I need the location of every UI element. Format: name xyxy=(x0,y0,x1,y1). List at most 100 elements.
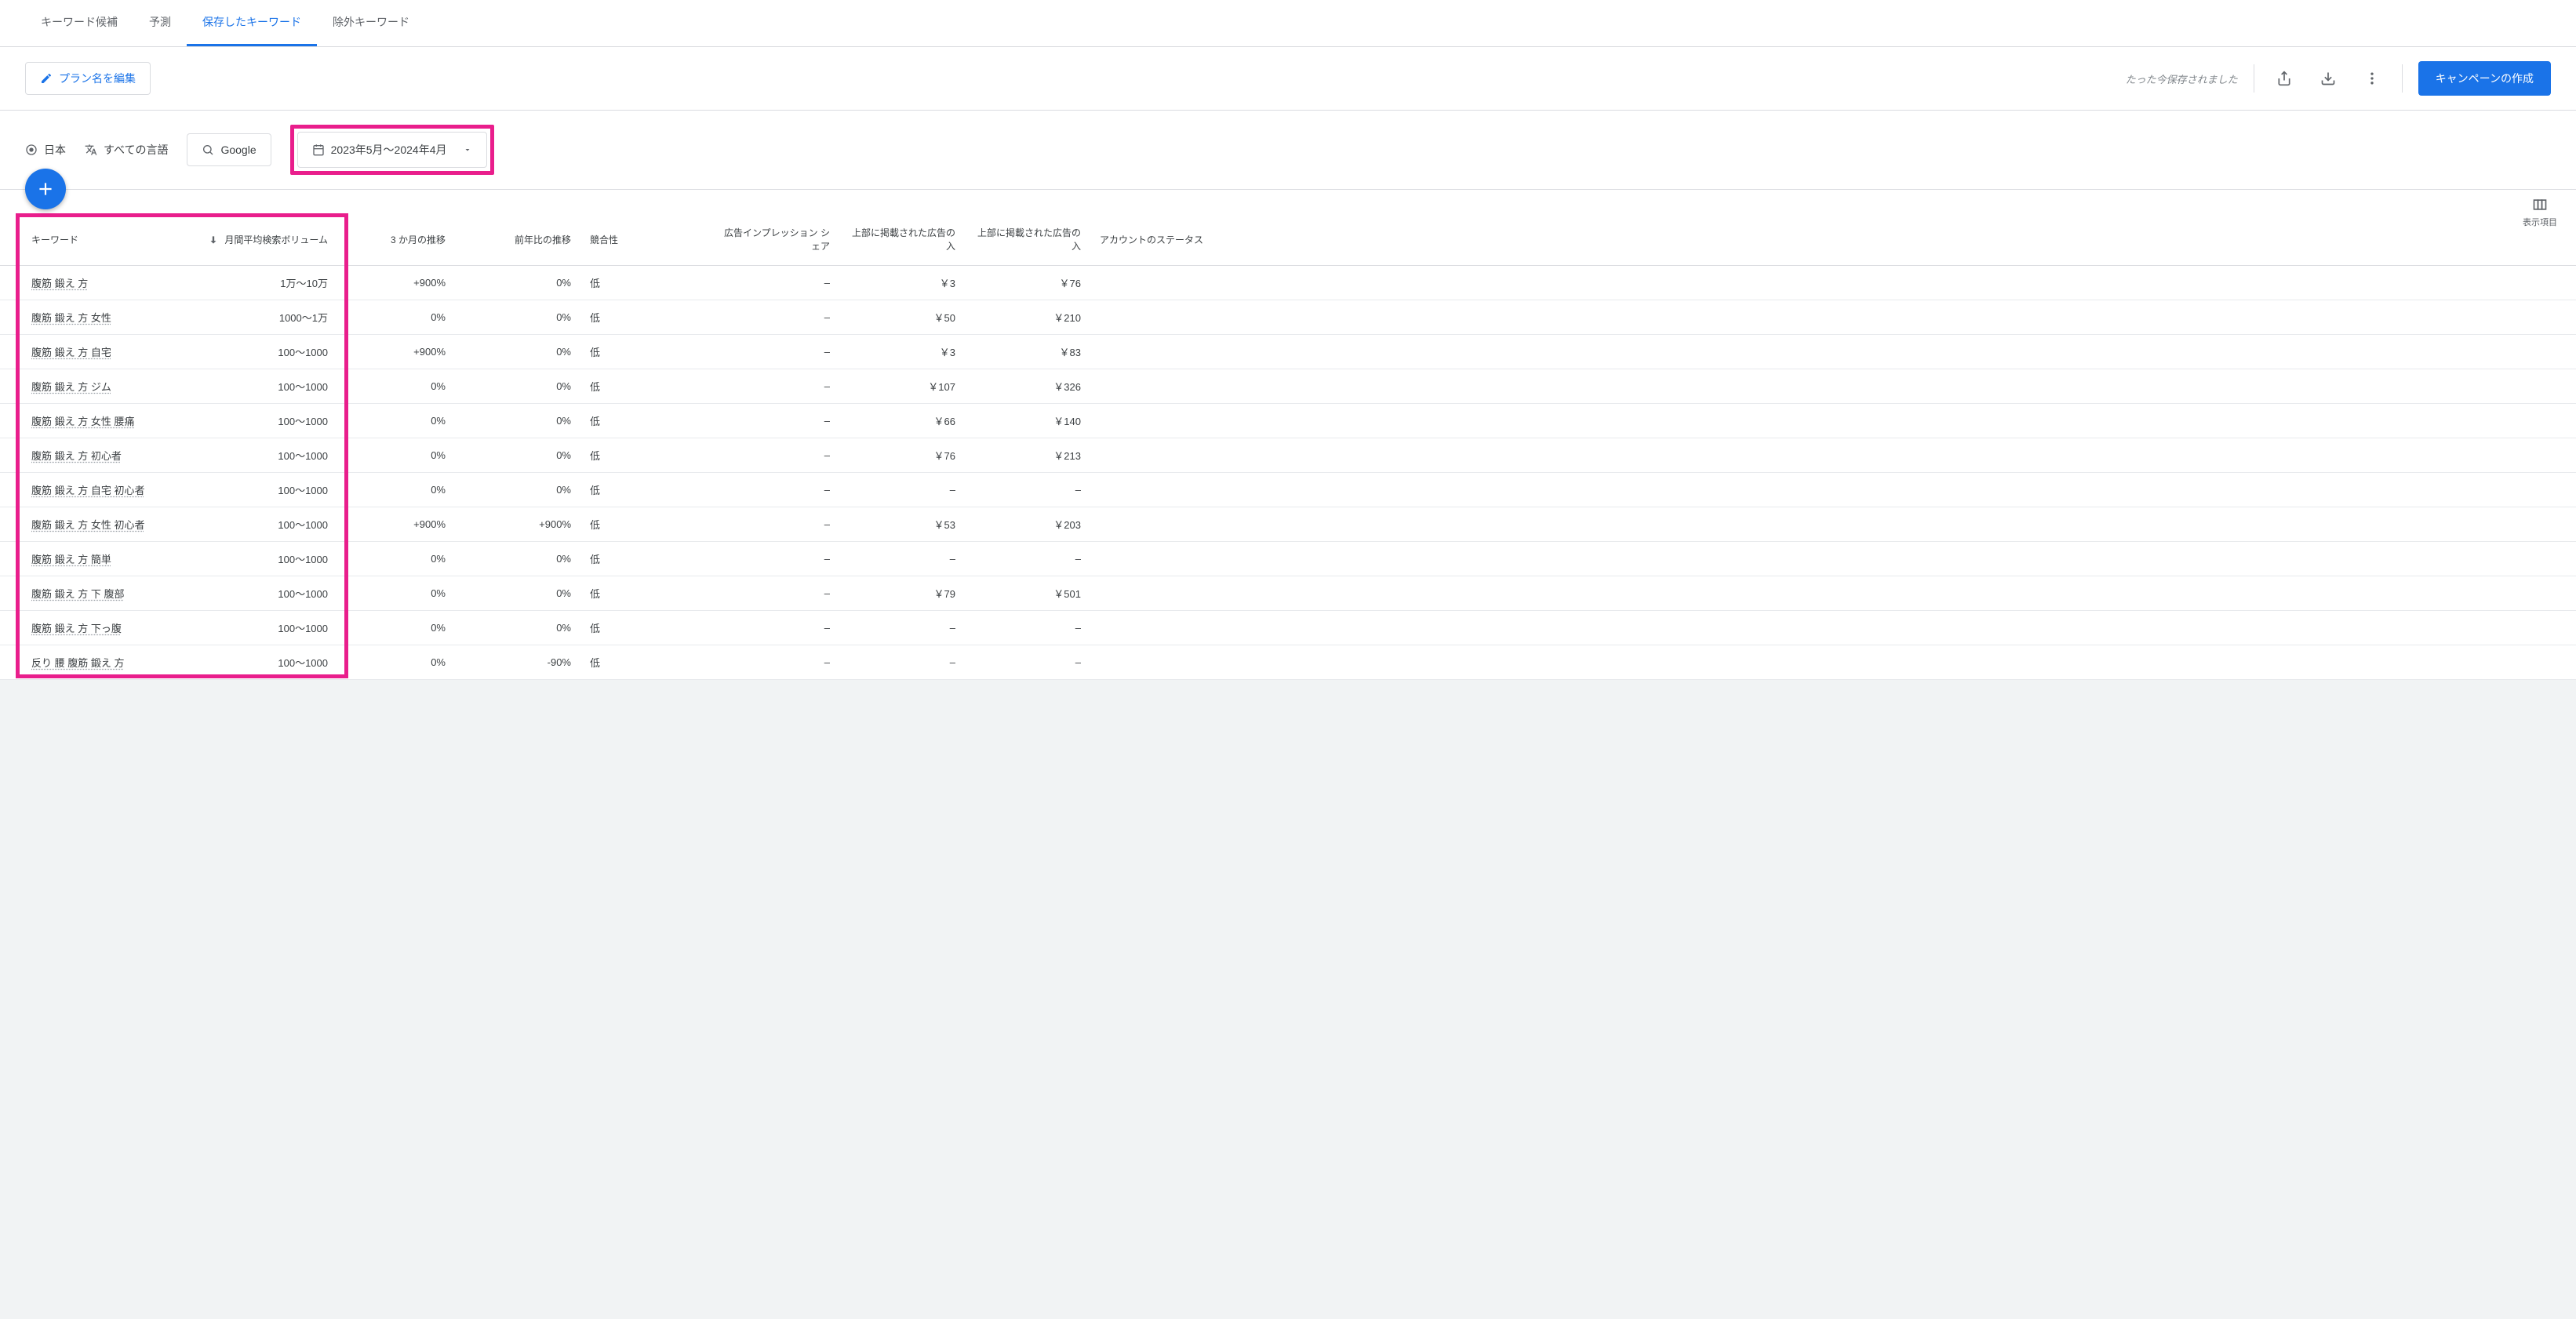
columns-label: 表示項目 xyxy=(2523,216,2557,228)
status-cell xyxy=(1090,645,2576,680)
network-label: Google xyxy=(220,144,256,156)
competition-cell: 低 xyxy=(580,438,706,473)
bid-low-cell: – xyxy=(839,645,965,680)
table-row[interactable]: 腹筋 鍛え 方 簡単100～10000%0%低––– xyxy=(0,542,2576,576)
table-row[interactable]: 腹筋 鍛え 方 下 腹部100～10000%0%低–￥79￥501 xyxy=(0,576,2576,611)
yoy-cell: 0% xyxy=(455,473,580,507)
table-row[interactable]: 腹筋 鍛え 方 女性 腰痛100～10000%0%低–￥66￥140 xyxy=(0,404,2576,438)
three-month-cell: 0% xyxy=(337,438,455,473)
impression-cell: – xyxy=(706,438,839,473)
calendar-icon xyxy=(312,144,325,156)
three-month-cell: 0% xyxy=(337,369,455,404)
yoy-cell: 0% xyxy=(455,542,580,576)
status-cell xyxy=(1090,611,2576,645)
impression-cell: – xyxy=(706,507,839,542)
header-volume[interactable]: 月間平均検索ボリューム xyxy=(173,213,337,266)
edit-plan-button[interactable]: プラン名を編集 xyxy=(25,62,151,95)
columns-toggle[interactable]: 表示項目 xyxy=(2523,197,2557,228)
competition-cell: 低 xyxy=(580,611,706,645)
table-row[interactable]: 反り 腰 腹筋 鍛え 方100～10000%-90%低––– xyxy=(0,645,2576,680)
volume-cell: 100～1000 xyxy=(173,645,337,680)
header-yoy[interactable]: 前年比の推移 xyxy=(455,213,580,266)
language-filter[interactable]: すべての言語 xyxy=(85,142,168,158)
date-highlight: 2023年5月～2024年4月 xyxy=(290,125,494,175)
download-button[interactable] xyxy=(2314,64,2342,93)
header-keyword[interactable]: キーワード xyxy=(0,213,173,266)
keywords-table: キーワード 月間平均検索ボリューム 3 か月の推移 前年比の推移 競合性 広告イ… xyxy=(0,213,2576,680)
three-month-cell: +900% xyxy=(337,266,455,300)
status-cell xyxy=(1090,507,2576,542)
keyword-cell[interactable]: 腹筋 鍛え 方 女性 初心者 xyxy=(31,519,144,531)
keyword-cell[interactable]: 腹筋 鍛え 方 簡単 xyxy=(31,554,111,565)
keyword-cell[interactable]: 腹筋 鍛え 方 自宅 初心者 xyxy=(31,485,144,496)
competition-cell: 低 xyxy=(580,507,706,542)
keyword-cell[interactable]: 腹筋 鍛え 方 下 腹部 xyxy=(31,588,124,600)
filter-bar: 日本 すべての言語 Google 2023年5月～2024年4月 xyxy=(0,111,2576,190)
toolbar: プラン名を編集 たった今保存されました キャンペーンの作 xyxy=(0,47,2576,111)
table-row[interactable]: 腹筋 鍛え 方 下っ腹100～10000%0%低––– xyxy=(0,611,2576,645)
table-row[interactable]: 腹筋 鍛え 方 自宅 初心者100～10000%0%低––– xyxy=(0,473,2576,507)
tab-saved-keywords[interactable]: 保存したキーワード xyxy=(187,0,317,46)
tab-bar: キーワード候補 予測 保存したキーワード 除外キーワード xyxy=(0,0,2576,47)
table-row[interactable]: 腹筋 鍛え 方 女性1000～1万0%0%低–￥50￥210 xyxy=(0,300,2576,335)
date-range-filter[interactable]: 2023年5月～2024年4月 xyxy=(297,132,487,168)
header-competition[interactable]: 競合性 xyxy=(580,213,706,266)
tab-suggestions[interactable]: キーワード候補 xyxy=(25,0,133,46)
table-header-row: キーワード 月間平均検索ボリューム 3 か月の推移 前年比の推移 競合性 広告イ… xyxy=(0,213,2576,266)
volume-cell: 1000～1万 xyxy=(173,300,337,335)
bid-high-cell: ￥326 xyxy=(965,369,1090,404)
yoy-cell: +900% xyxy=(455,507,580,542)
add-keyword-fab[interactable] xyxy=(25,169,66,209)
keyword-cell[interactable]: 腹筋 鍛え 方 xyxy=(31,278,88,289)
bid-low-cell: ￥53 xyxy=(839,507,965,542)
volume-cell: 100～1000 xyxy=(173,473,337,507)
header-top-bid-low[interactable]: 上部に掲載された広告の入 xyxy=(839,213,965,266)
more-vert-icon xyxy=(2364,71,2380,86)
header-account-status[interactable]: アカウントのステータス xyxy=(1090,213,2576,266)
header-impression-share[interactable]: 広告インプレッション シェア xyxy=(706,213,839,266)
yoy-cell: 0% xyxy=(455,335,580,369)
table-row[interactable]: 腹筋 鍛え 方 初心者100～10000%0%低–￥76￥213 xyxy=(0,438,2576,473)
location-filter[interactable]: 日本 xyxy=(25,142,66,158)
status-cell xyxy=(1090,473,2576,507)
keyword-cell[interactable]: 反り 腰 腹筋 鍛え 方 xyxy=(31,657,124,669)
three-month-cell: 0% xyxy=(337,645,455,680)
keyword-cell[interactable]: 腹筋 鍛え 方 自宅 xyxy=(31,347,111,358)
location-label: 日本 xyxy=(44,142,66,158)
status-cell xyxy=(1090,300,2576,335)
network-filter[interactable]: Google xyxy=(187,133,271,166)
keyword-cell[interactable]: 腹筋 鍛え 方 ジム xyxy=(31,381,111,393)
bid-high-cell: ￥203 xyxy=(965,507,1090,542)
columns-icon xyxy=(2532,197,2548,213)
volume-cell: 100～1000 xyxy=(173,542,337,576)
three-month-cell: 0% xyxy=(337,542,455,576)
volume-cell: 100～1000 xyxy=(173,611,337,645)
language-label: すべての言語 xyxy=(104,142,168,158)
competition-cell: 低 xyxy=(580,369,706,404)
more-menu-button[interactable] xyxy=(2358,64,2386,93)
bid-high-cell: ￥501 xyxy=(965,576,1090,611)
status-cell xyxy=(1090,542,2576,576)
date-range-label: 2023年5月～2024年4月 xyxy=(331,142,447,158)
table-row[interactable]: 腹筋 鍛え 方1万～10万+900%0%低–￥3￥76 xyxy=(0,266,2576,300)
table-row[interactable]: 腹筋 鍛え 方 ジム100～10000%0%低–￥107￥326 xyxy=(0,369,2576,404)
keyword-cell[interactable]: 腹筋 鍛え 方 初心者 xyxy=(31,450,122,462)
bid-high-cell: – xyxy=(965,473,1090,507)
competition-cell: 低 xyxy=(580,473,706,507)
bid-high-cell: ￥210 xyxy=(965,300,1090,335)
keyword-cell[interactable]: 腹筋 鍛え 方 女性 腰痛 xyxy=(31,416,134,427)
create-campaign-button[interactable]: キャンペーンの作成 xyxy=(2418,61,2551,96)
table-row[interactable]: 腹筋 鍛え 方 女性 初心者100～1000+900%+900%低–￥53￥20… xyxy=(0,507,2576,542)
tab-forecast[interactable]: 予測 xyxy=(133,0,187,46)
impression-cell: – xyxy=(706,611,839,645)
share-button[interactable] xyxy=(2270,64,2298,93)
competition-cell: 低 xyxy=(580,300,706,335)
keyword-cell[interactable]: 腹筋 鍛え 方 下っ腹 xyxy=(31,623,122,634)
table-row[interactable]: 腹筋 鍛え 方 自宅100～1000+900%0%低–￥3￥83 xyxy=(0,335,2576,369)
header-top-bid-high[interactable]: 上部に掲載された広告の入 xyxy=(965,213,1090,266)
header-three-month[interactable]: 3 か月の推移 xyxy=(337,213,455,266)
tab-negative-keywords[interactable]: 除外キーワード xyxy=(317,0,425,46)
yoy-cell: 0% xyxy=(455,438,580,473)
volume-cell: 100～1000 xyxy=(173,335,337,369)
keyword-cell[interactable]: 腹筋 鍛え 方 女性 xyxy=(31,312,111,324)
